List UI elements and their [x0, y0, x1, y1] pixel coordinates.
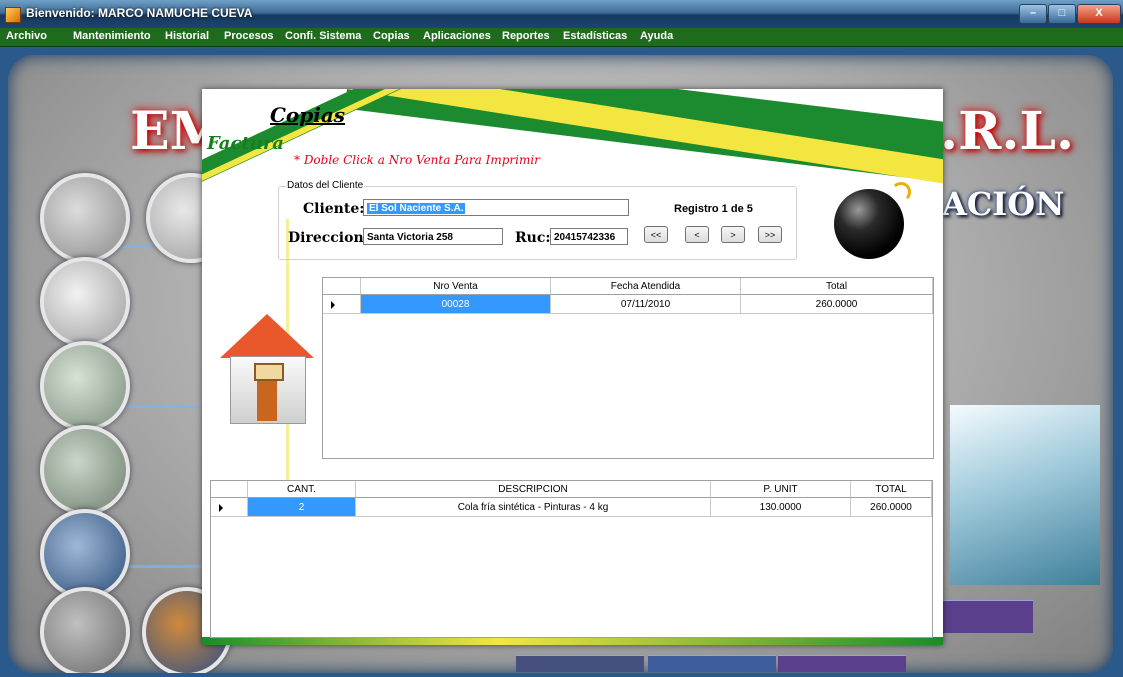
menu-procesos[interactable]: Procesos: [224, 30, 274, 42]
direccion-field[interactable]: Santa Victoria 258: [363, 228, 503, 245]
menu-historial[interactable]: Historial: [165, 30, 209, 42]
tile-work-photo: [40, 587, 130, 673]
maximize-button[interactable]: □: [1048, 4, 1076, 24]
menu-estadisticas[interactable]: Estadísticas: [563, 30, 627, 42]
form-subtitle: Factura: [207, 133, 284, 154]
cell-fecha[interactable]: 07/11/2010: [551, 295, 741, 314]
background-bar: [778, 655, 906, 672]
column-header-total[interactable]: TOTAL: [851, 481, 932, 498]
menu-archivo[interactable]: Archivo: [6, 30, 47, 42]
menu-copias[interactable]: Copias: [373, 30, 410, 42]
column-header-descripcion[interactable]: DESCRIPCION: [356, 481, 711, 498]
bomb-fuse-icon: [891, 182, 911, 202]
tile-work-photo: [40, 425, 130, 515]
record-counter: Registro 1 de 5: [674, 203, 753, 215]
house-door: [257, 381, 277, 421]
print-hint: * Doble Click a Nro Venta Para Imprimir: [294, 153, 540, 167]
first-record-button[interactable]: <<: [644, 226, 668, 243]
row-header-corner: [323, 278, 361, 295]
window-controls: – □ X: [1018, 4, 1121, 24]
column-header-cant[interactable]: CANT.: [248, 481, 356, 498]
cliente-field[interactable]: El Sol Naciente S.A.: [363, 199, 629, 216]
brand-title-right: .R.L.: [940, 101, 1075, 162]
cell-descripcion[interactable]: Cola fría sintética - Pinturas - 4 kg: [356, 498, 711, 517]
group-label: Datos del Cliente: [286, 180, 365, 191]
prev-record-button[interactable]: <: [685, 226, 709, 243]
cell-cant[interactable]: 2: [248, 498, 356, 517]
column-header-total[interactable]: Total: [741, 278, 933, 295]
row-selector[interactable]: [323, 295, 361, 314]
tile-work-photo: [40, 173, 130, 263]
house-window: [254, 363, 284, 381]
next-record-button[interactable]: >: [721, 226, 745, 243]
house-roof: [220, 314, 314, 358]
hallway-photo: [950, 405, 1100, 585]
title-bar: Bienvenido: MARCO NAMUCHE CUEVA – □ X: [0, 0, 1123, 28]
cell-punit[interactable]: 130.0000: [711, 498, 851, 517]
close-button[interactable]: X: [1077, 4, 1121, 24]
tile-work-photo: [40, 257, 130, 347]
menu-mantenimiento[interactable]: Mantenimiento: [73, 30, 151, 42]
cliente-value: El Sol Naciente S.A.: [367, 203, 466, 214]
column-header-nro-venta[interactable]: Nro Venta: [361, 278, 551, 295]
decor-green-stripe: [344, 89, 943, 194]
last-record-button[interactable]: >>: [758, 226, 782, 243]
app-icon: [5, 7, 21, 23]
menu-bar: Archivo Mantenimiento Historial Procesos…: [0, 28, 1123, 47]
row-header-corner: [211, 481, 248, 498]
menu-reportes[interactable]: Reportes: [502, 30, 550, 42]
column-header-punit[interactable]: P. UNIT: [711, 481, 851, 498]
cell-nro-venta[interactable]: 00028: [361, 295, 551, 314]
ruc-label: Ruc:: [515, 230, 551, 246]
client-data-group: Datos del Cliente: [278, 180, 797, 260]
current-row-icon: [219, 504, 223, 512]
direccion-label: Direccion:: [288, 230, 369, 246]
row-selector[interactable]: [211, 498, 248, 517]
background-bar: [516, 655, 644, 672]
background-bar: [648, 655, 776, 672]
ventas-grid[interactable]: Nro Venta Fecha Atendida Total 00028 07/…: [322, 277, 934, 459]
minimize-button[interactable]: –: [1019, 4, 1047, 24]
cell-total[interactable]: 260.0000: [851, 498, 932, 517]
cell-total[interactable]: 260.0000: [741, 295, 933, 314]
copias-factura-form: Copias Factura * Doble Click a Nro Venta…: [202, 89, 943, 645]
tile-work-photo: [40, 509, 130, 599]
window-title: Bienvenido: MARCO NAMUCHE CUEVA: [26, 6, 253, 20]
menu-confi-sistema[interactable]: Confi. Sistema: [285, 30, 361, 42]
ruc-field[interactable]: 20415742336: [550, 228, 628, 245]
brand-subtitle-right: ACIÓN: [942, 185, 1065, 223]
column-header-fecha[interactable]: Fecha Atendida: [551, 278, 741, 295]
background-bar: [938, 600, 1033, 633]
form-title: Copias: [270, 103, 346, 127]
home-icon[interactable]: [220, 314, 315, 424]
tile-work-photo: [40, 341, 130, 431]
detalle-grid[interactable]: CANT. DESCRIPCION P. UNIT TOTAL 2 Cola f…: [210, 480, 933, 638]
decor-bottom-stripe: [202, 637, 943, 645]
menu-ayuda[interactable]: Ayuda: [640, 30, 673, 42]
house-body: [230, 356, 306, 424]
cliente-label: Cliente:: [303, 201, 365, 217]
current-row-icon: [331, 301, 335, 309]
menu-aplicaciones[interactable]: Aplicaciones: [423, 30, 491, 42]
